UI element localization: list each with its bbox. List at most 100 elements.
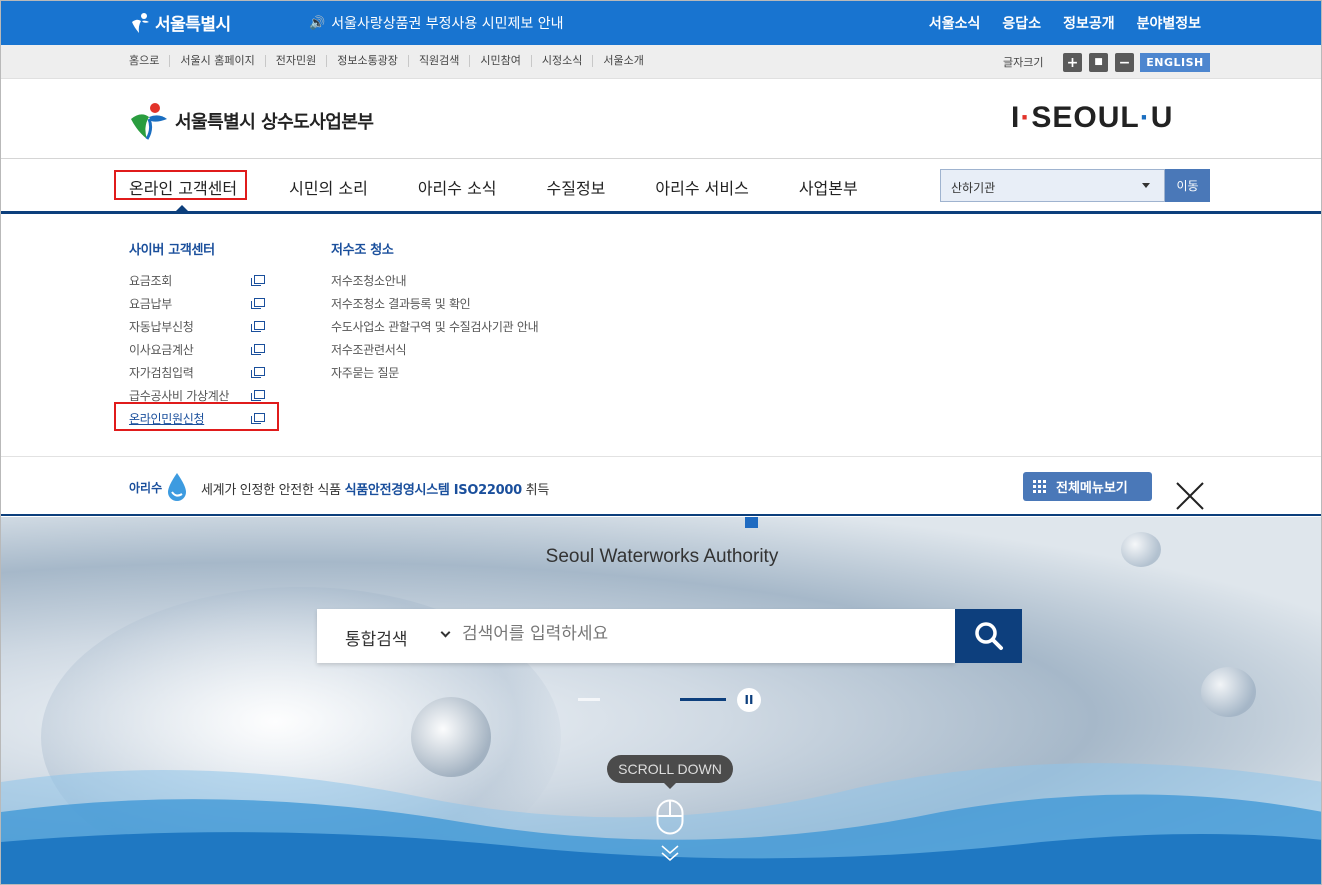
slide-indicator-2[interactable] (680, 698, 726, 701)
menu-item-fee-inquiry[interactable]: 요금조회 (129, 269, 265, 292)
link-info-open[interactable]: 정보공개 (1063, 13, 1115, 33)
util-link-city-news[interactable]: 시정소식 (530, 55, 592, 67)
nav-arisu-service[interactable]: 아리수 서비스 (655, 175, 748, 199)
search-button[interactable] (955, 609, 1022, 663)
menu-item-label: 요금납부 (129, 297, 172, 311)
menu-item-auto-payment[interactable]: 자동납부신청 (129, 315, 265, 338)
new-window-icon (251, 344, 265, 355)
nav-water-quality[interactable]: 수질정보 (547, 175, 606, 199)
slogan-dot-blue: · (1139, 101, 1151, 134)
search-box: 통합검색 (317, 609, 955, 663)
grid-icon (1033, 480, 1046, 493)
font-reset-button[interactable]: ■ (1089, 53, 1108, 72)
slogan-i: I (1011, 101, 1021, 134)
menu-column-title[interactable]: 저수조 청소 (331, 239, 631, 258)
link-seoul-news[interactable]: 서울소식 (929, 13, 981, 33)
new-window-icon (251, 367, 265, 378)
mouse-icon (656, 799, 684, 835)
font-size-label: 글자크기 (1003, 56, 1044, 69)
go-button[interactable]: 이동 (1165, 169, 1210, 202)
site-header: 서울특별시 상수도사업본부 I·SEOUL·U (1, 79, 1321, 159)
promo-message[interactable]: 세계가 인정한 안전한 식품 식품안전경영시스템 ISO22000 취득 (201, 479, 549, 498)
site-brand-text: 서울특별시 상수도사업본부 (175, 112, 374, 133)
menu-item-fee-payment[interactable]: 요금납부 (129, 292, 265, 315)
font-increase-button[interactable]: + (1063, 53, 1082, 72)
water-bubble-image (1201, 667, 1256, 717)
util-link-participation[interactable]: 시민참여 (469, 55, 530, 67)
util-link-about-seoul[interactable]: 서울소개 (592, 55, 653, 67)
seoul-logo[interactable]: 서울특별시 (129, 10, 231, 35)
new-window-icon (251, 298, 265, 309)
menu-column-title[interactable]: 사이버 고객센터 (129, 239, 265, 258)
affiliated-org-select[interactable]: 산하기관 (940, 169, 1165, 202)
chevron-down-double-icon (661, 845, 679, 861)
indicator-mark (745, 517, 758, 528)
menu-item-label: 수도사업소 관할구역 및 수질검사기관 안내 (331, 320, 539, 334)
seoul-emblem-icon (131, 103, 167, 140)
new-window-icon (251, 390, 265, 401)
speaker-icon: 🔊 (309, 15, 326, 31)
search-icon (974, 622, 1003, 650)
utility-links: 홈으로 서울시 홈페이지 전자민원 정보소통광장 직원검색 시민참여 시정소식 … (129, 55, 654, 67)
search-input[interactable] (462, 624, 932, 644)
util-link-seoul-home[interactable]: 서울시 홈페이지 (169, 55, 264, 67)
menu-item-label: 저수조관련서식 (331, 343, 407, 357)
new-window-icon (251, 321, 265, 332)
affiliated-org-value: 산하기관 (951, 181, 996, 195)
hero-visual: Seoul Waterworks Authority 통합검색 II SCROL… (1, 517, 1321, 884)
utility-bar: 홈으로 서울시 홈페이지 전자민원 정보소통광장 직원검색 시민참여 시정소식 … (1, 45, 1321, 79)
util-link-home[interactable]: 홈으로 (129, 55, 169, 67)
slogan-u: U (1150, 101, 1174, 134)
util-link-staff-search[interactable]: 직원검색 (407, 55, 469, 67)
menu-item-label: 요금조회 (129, 274, 172, 288)
scroll-down-label[interactable]: SCROLL DOWN (607, 755, 733, 789)
menu-item-cleaning-result[interactable]: 저수조청소 결과등록 및 확인 (331, 292, 631, 315)
water-drop-icon (168, 473, 187, 501)
menu-item-label: 자가검침입력 (129, 366, 194, 380)
chevron-down-icon (440, 627, 451, 638)
all-menu-button[interactable]: 전체메뉴보기 (1023, 472, 1152, 501)
link-field-info[interactable]: 분야별정보 (1137, 13, 1201, 33)
site-brand[interactable]: 서울특별시 상수도사업본부 (129, 101, 374, 141)
menu-item-label: 자동납부신청 (129, 320, 194, 334)
new-window-icon (251, 275, 265, 286)
promo-message-prefix: 세계가 인정한 안전한 식품 (201, 483, 345, 498)
seoul-logo-text: 서울특별시 (155, 15, 231, 35)
menu-item-label: 자주묻는 질문 (331, 366, 399, 380)
slide-indicator-1[interactable] (578, 698, 600, 701)
link-eungdapso[interactable]: 응답소 (1002, 13, 1041, 33)
menu-item-tank-forms[interactable]: 저수조관련서식 (331, 338, 631, 361)
menu-item-faq[interactable]: 자주묻는 질문 (331, 361, 631, 384)
menu-item-moving-fee[interactable]: 이사요금계산 (129, 338, 265, 361)
arisu-logo: 아리수 (129, 472, 190, 502)
search-category-select[interactable]: 통합검색 (345, 625, 408, 650)
top-bar: 서울특별시 🔊 서울사랑상품권 부정사용 시민제보 안내 서울소식 응답소 정보… (1, 1, 1321, 45)
menu-item-self-reading[interactable]: 자가검침입력 (129, 361, 265, 384)
menu-item-cleaning-guide[interactable]: 저수조청소안내 (331, 269, 631, 292)
slogan-dot-red: · (1020, 101, 1032, 134)
dropdown-arrow-icon (1142, 183, 1150, 188)
notice-banner[interactable]: 🔊 서울사랑상품권 부정사용 시민제보 안내 (309, 13, 564, 33)
seoul-symbol-icon (132, 12, 149, 33)
browser-frame: 서울특별시 🔊 서울사랑상품권 부정사용 시민제보 안내 서울소식 응답소 정보… (0, 0, 1322, 885)
arisu-logo-text: 아리수 (129, 480, 163, 495)
close-icon[interactable] (1174, 480, 1206, 512)
promo-message-bold: 식품안전경영시스템 ISO22000 (344, 483, 523, 498)
menu-column-tank-cleaning: 저수조 청소 저수조청소안내 저수조청소 결과등록 및 확인 수도사업소 관할구… (331, 239, 631, 384)
nav-headquarters[interactable]: 사업본부 (799, 175, 858, 199)
menu-item-label: 저수조청소안내 (331, 274, 407, 288)
util-link-e-civil[interactable]: 전자민원 (264, 55, 326, 67)
nav-citizen-voice[interactable]: 시민의 소리 (289, 175, 368, 199)
menu-item-jurisdiction[interactable]: 수도사업소 관할구역 및 수질검사기관 안내 (331, 315, 631, 338)
highlight-box-nav (114, 170, 247, 200)
english-button[interactable]: ENGLISH (1140, 53, 1210, 72)
promo-message-suffix: 취득 (521, 483, 550, 498)
main-nav: 온라인 고객센터 시민의 소리 아리수 소식 수질정보 아리수 서비스 사업본부… (1, 159, 1321, 212)
nav-arisu-news[interactable]: 아리수 소식 (418, 175, 497, 199)
mega-menu-panel: 사이버 고객센터 요금조회 요금납부 자동납부신청 이사요금계산 자가검침입력 … (1, 214, 1321, 456)
menu-item-label: 저수조청소 결과등록 및 확인 (331, 297, 471, 311)
promo-strip: 아리수 세계가 인정한 안전한 식품 식품안전경영시스템 ISO22000 취득… (1, 456, 1321, 516)
pause-button[interactable]: II (737, 688, 761, 712)
font-decrease-button[interactable]: − (1115, 53, 1134, 72)
util-link-info-square[interactable]: 정보소통광장 (326, 55, 408, 67)
